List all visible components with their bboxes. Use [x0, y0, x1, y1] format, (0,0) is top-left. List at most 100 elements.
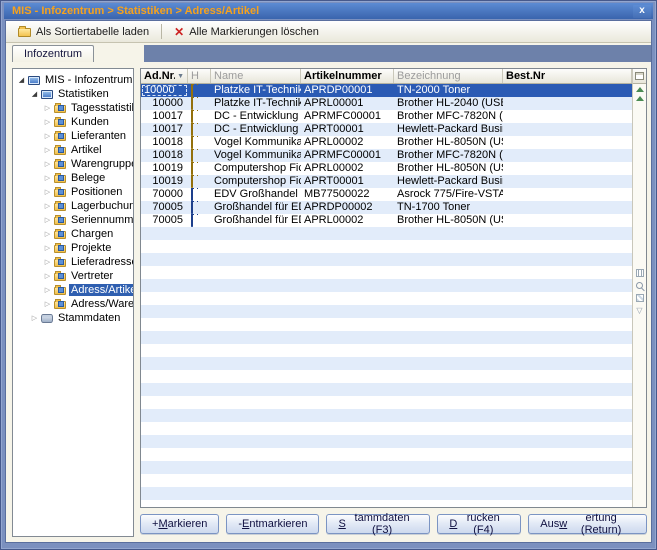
cell-bezeichnung: Brother MFC-7820N (USB/PAR/LAN — [394, 149, 503, 162]
footer-button-stammdaten-f3[interactable]: Stammdaten (F3) — [326, 514, 430, 534]
expand-arrow-icon[interactable]: ▷ — [43, 258, 52, 266]
expand-arrow-icon[interactable]: ▷ — [43, 132, 52, 140]
tree-item-seriennummern[interactable]: ▷Seriennummern — [13, 213, 133, 227]
blue-lock-icon — [191, 214, 193, 227]
tree-item-belege[interactable]: ▷Belege — [13, 171, 133, 185]
collapse-arrow-icon[interactable]: ◢ — [17, 76, 26, 84]
tree-item-statistiken[interactable]: ◢ Statistiken — [13, 87, 133, 101]
expand-arrow-icon[interactable]: ▷ — [43, 118, 52, 126]
filter-icon[interactable]: ▽ — [636, 307, 642, 315]
column-chooser-icon[interactable] — [636, 269, 644, 277]
table-row[interactable]: 10017DC - Entwicklung HeiAPRT00001Hewlet… — [141, 123, 632, 136]
folder-icon — [54, 301, 66, 309]
tree-item-chargen[interactable]: ▷Chargen — [13, 227, 133, 241]
tree-item-label: Statistiken — [56, 88, 111, 100]
table-row[interactable]: 10000Platzke IT-TechnikAPRL00001Brother … — [141, 97, 632, 110]
column-header-best-nr[interactable]: Best.Nr — [503, 69, 632, 83]
cell-bestnr — [503, 97, 632, 110]
footer-button-auswertung-return[interactable]: Auswertung (Return) — [528, 514, 647, 534]
close-icon[interactable]: x — [633, 5, 651, 18]
expand-arrow-icon[interactable]: ▷ — [43, 244, 52, 252]
rail-tool-icons: ▽ — [636, 269, 644, 315]
tree-item-artikel[interactable]: ▷Artikel — [13, 143, 133, 157]
expand-arrow-icon[interactable]: ▷ — [43, 286, 52, 294]
tree-item-projekte[interactable]: ▷Projekte — [13, 241, 133, 255]
column-header-label: Artikelnummer — [304, 70, 390, 82]
scroll-up-icon[interactable] — [636, 96, 644, 101]
yellow-lock-icon — [191, 136, 193, 149]
column-header-label: Best.Nr — [506, 70, 628, 82]
expand-arrow-icon[interactable]: ▷ — [43, 272, 52, 280]
header-band — [144, 45, 651, 62]
table-row[interactable]: 10019Computershop FichtneAPRT00001Hewlet… — [141, 175, 632, 188]
expand-arrow-icon[interactable]: ▷ — [43, 230, 52, 238]
cell-adnr: 10018 — [141, 136, 188, 149]
expand-arrow-icon[interactable]: ▷ — [43, 160, 52, 168]
cell-adnr: 10018 — [141, 149, 188, 162]
folder-icon — [54, 287, 66, 295]
table-row[interactable]: 10017DC - Entwicklung HeiAPRMFC00001Brot… — [141, 110, 632, 123]
folder-icon — [54, 175, 66, 183]
footer-button-markieren[interactable]: + Markieren — [140, 514, 219, 534]
column-header-ad-nr-[interactable]: Ad.Nr.▼ — [141, 69, 188, 83]
search-icon[interactable] — [636, 282, 643, 289]
column-header-artikelnummer[interactable]: Artikelnummer — [301, 69, 394, 83]
cell-bezeichnung: Hewlett-Packard Business InkJe — [394, 175, 503, 188]
data-grid: Ad.Nr.▼HNameArtikelnummer Bezeichnung Best… — [140, 68, 647, 508]
tree-item-label: MIS - Infozentrum — [43, 74, 134, 86]
clear-marks-button[interactable]: ✕ Alle Markierungen löschen — [166, 23, 327, 41]
expand-arrow-icon[interactable]: ▷ — [43, 216, 52, 224]
table-row[interactable]: 70000EDV Großhandel WinklMB77500022Asroc… — [141, 188, 632, 201]
expand-arrow-icon[interactable]: ▷ — [43, 202, 52, 210]
tree-item-kunden[interactable]: ▷Kunden — [13, 115, 133, 129]
tree-item-vertreter[interactable]: ▷Vertreter — [13, 269, 133, 283]
table-row[interactable]: 70005Großhandel für EDV HAPRDP00002TN-17… — [141, 201, 632, 214]
tree-item-positionen[interactable]: ▷Positionen — [13, 185, 133, 199]
tree-item-lieferadressen[interactable]: ▷Lieferadressen — [13, 255, 133, 269]
table-row[interactable]: 10019Computershop FichtneAPRL00002Brothe… — [141, 162, 632, 175]
tree-item-mis-infozentrum[interactable]: ◢ MIS - Infozentrum — [13, 73, 133, 87]
title-bar: MIS - Infozentrum > Statistiken > Adress… — [4, 3, 653, 19]
cell-lock — [188, 201, 211, 214]
table-row[interactable]: 70005Großhandel für EDV HAPRL00002Brothe… — [141, 214, 632, 227]
tree-item-stammdaten[interactable]: ▷ Stammdaten — [13, 311, 133, 325]
yellow-lock-icon — [191, 175, 193, 188]
cell-lock — [188, 84, 211, 97]
expand-arrow-icon[interactable]: ▷ — [43, 146, 52, 154]
expand-arrow-icon[interactable]: ▷ — [43, 104, 52, 112]
expand-arrow-icon[interactable]: ▷ — [43, 300, 52, 308]
footer-button-drucken-f4[interactable]: Drucken (F4) — [437, 514, 521, 534]
load-sort-table-button[interactable]: Als Sortiertabelle laden — [10, 23, 157, 41]
collapse-arrow-icon[interactable]: ◢ — [30, 90, 39, 98]
expand-arrow-icon[interactable]: ▷ — [43, 188, 52, 196]
column-header-label: Bezeichnung — [397, 70, 499, 82]
table-row[interactable]: 10018Vogel KommunikationAPRL00002Brother… — [141, 136, 632, 149]
cell-adnr: 10017 — [141, 110, 188, 123]
tree-item-label: Stammdaten — [56, 312, 122, 324]
tab-strip: Infozentrum — [6, 43, 651, 62]
column-header-h[interactable]: H — [188, 69, 211, 83]
tab-infozentrum[interactable]: Infozentrum — [12, 45, 94, 62]
column-header-bezeichnung[interactable]: Bezeichnung — [394, 69, 503, 83]
main-panel: Ad.Nr.▼HNameArtikelnummer Bezeichnung Best… — [140, 68, 647, 537]
tree-item-tagesstatistik[interactable]: ▷Tagesstatistik — [13, 101, 133, 115]
cell-bestnr — [503, 84, 632, 97]
cell-bestnr — [503, 201, 632, 214]
tree-item-warengruppen[interactable]: ▷Warengruppen — [13, 157, 133, 171]
table-row[interactable]: 10018Vogel KommunikationAPRMFC00001Broth… — [141, 149, 632, 162]
cell-name: Computershop Fichtne — [211, 162, 301, 175]
column-header-name[interactable]: Name — [211, 69, 301, 83]
footer-button-entmarkieren[interactable]: - Entmarkieren — [226, 514, 319, 534]
customize-columns-icon[interactable] — [633, 69, 647, 84]
pattern-box-icon[interactable] — [636, 294, 644, 302]
tree-item-lagerbuchungen[interactable]: ▷Lagerbuchungen — [13, 199, 133, 213]
cell-bezeichnung: TN-2000 Toner — [394, 84, 503, 97]
blue-lock-icon — [191, 201, 193, 214]
scroll-to-top-icon[interactable] — [636, 87, 644, 92]
expand-arrow-icon[interactable]: ▷ — [30, 314, 39, 322]
table-row[interactable]: 10000Platzke IT-TechnikAPRDP00001TN-2000… — [141, 84, 632, 97]
tree-item-lieferanten[interactable]: ▷Lieferanten — [13, 129, 133, 143]
expand-arrow-icon[interactable]: ▷ — [43, 174, 52, 182]
tree-item-adress-warengruppen[interactable]: ▷Adress/Warengruppen — [13, 297, 133, 311]
tree-item-adress-artikel[interactable]: ▷Adress/Artikel — [13, 283, 133, 297]
